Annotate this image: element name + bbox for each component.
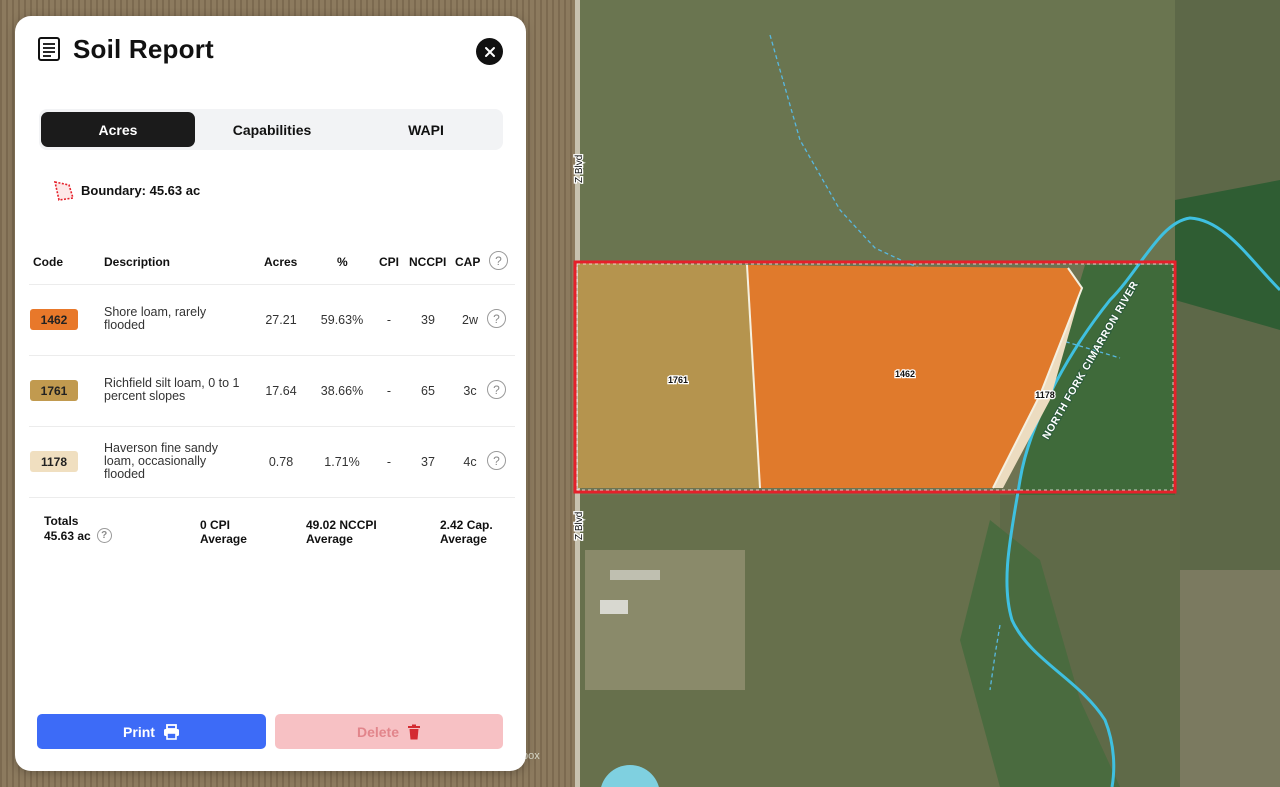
totals-cap-label: Average — [440, 532, 487, 546]
header-cpi: CPI — [379, 255, 400, 269]
road-label: Z Blvd — [574, 155, 585, 183]
totals-nccpi: 49.02 NCCPI Average — [306, 518, 377, 546]
header-description: Description — [104, 255, 171, 269]
print-button[interactable]: Print — [37, 714, 266, 749]
soil-cpi: - — [386, 313, 392, 327]
soil-acres: 27.21 — [265, 313, 297, 327]
polygon-boundary-icon — [53, 180, 75, 201]
soil-percent: 38.66% — [320, 384, 364, 398]
report-icon — [38, 37, 60, 61]
soil-percent: 1.71% — [324, 455, 360, 469]
help-icon[interactable]: ? — [487, 309, 506, 328]
soil-cpi: - — [386, 384, 392, 398]
totals-label: Totals 45.63 ac ? — [44, 514, 112, 543]
printer-icon — [163, 723, 179, 740]
soil-acres: 17.64 — [265, 384, 297, 398]
polygon-label-1761: 1761 — [668, 375, 688, 385]
header-percent: % — [337, 255, 348, 269]
soil-description: Richfield silt loam, 0 to 1 percent slop… — [104, 376, 240, 403]
soil-nccpi: 65 — [421, 384, 435, 398]
boundary-label: Boundary: 45.63 ac — [81, 182, 201, 198]
close-icon — [484, 46, 495, 57]
page-title: Soil Report — [73, 34, 214, 64]
tab-wapi[interactable]: WAPI — [349, 112, 503, 147]
totals-cpi-value: 0 CPI — [200, 518, 231, 532]
delete-button[interactable]: Delete — [275, 714, 503, 749]
soil-description: Haverson fine sandy loam, occasionally f… — [104, 441, 218, 481]
tab-bar: Acres Capabilities WAPI — [39, 109, 503, 150]
totals-nccpi-value: 49.02 NCCPI — [306, 518, 377, 532]
totals-title: Totals — [44, 514, 79, 528]
soil-description: Shore loam, rarely flooded — [104, 305, 207, 332]
header-acres: Acres — [264, 255, 298, 269]
polygon-label-1462: 1462 — [895, 369, 915, 379]
help-icon[interactable]: ? — [96, 528, 112, 543]
polygon-label-1178: 1178 — [1035, 390, 1055, 400]
divider — [29, 497, 515, 498]
soil-cpi: - — [386, 455, 392, 469]
soil-nccpi: 39 — [421, 313, 435, 327]
totals-nccpi-label: Average — [306, 532, 353, 546]
soil-acres: 0.78 — [268, 455, 294, 469]
close-button[interactable] — [476, 38, 503, 65]
header-code: Code — [33, 255, 63, 269]
totals-cpi-label: Average — [200, 532, 247, 546]
delete-button-label: Delete — [356, 723, 400, 740]
totals-cap: 2.42 Cap. Average — [440, 518, 493, 546]
table-row: 1462 Shore loam, rarely flooded 27.21 59… — [15, 285, 526, 355]
soil-cap: 2w — [462, 313, 478, 327]
table-row: 1761 Richfield silt loam, 0 to 1 percent… — [15, 356, 526, 426]
totals-cap-value: 2.42 Cap. — [440, 518, 493, 532]
header-cap: CAP — [455, 255, 481, 269]
totals-acres: 45.63 ac — [44, 528, 91, 543]
soil-nccpi: 37 — [421, 455, 435, 469]
soil-cap: 4c — [463, 455, 477, 469]
soil-cap: 3c — [463, 384, 477, 398]
help-icon[interactable]: ? — [487, 451, 506, 470]
road-label: Z Blvd — [574, 512, 585, 540]
header-nccpi: NCCPI — [409, 255, 447, 269]
soil-code-badge: 1178 — [30, 451, 78, 472]
tab-acres[interactable]: Acres — [41, 112, 195, 147]
help-icon[interactable]: ? — [487, 380, 506, 399]
totals-cpi: 0 CPI Average — [200, 518, 247, 546]
help-icon[interactable]: ? — [489, 251, 508, 270]
soil-report-panel: Soil Report Acres Capabilities WAPI Boun… — [15, 16, 526, 771]
trash-icon — [408, 724, 421, 739]
boundary-summary: Boundary: 45.63 ac — [52, 178, 200, 202]
print-button-label: Print — [123, 723, 155, 740]
table-row: 1178 Haverson fine sandy loam, occasiona… — [15, 427, 526, 497]
soil-percent: 59.63% — [320, 313, 364, 327]
tab-capabilities[interactable]: Capabilities — [195, 112, 349, 147]
soil-code-badge: 1462 — [30, 309, 78, 330]
soil-code-badge: 1761 — [30, 380, 78, 401]
